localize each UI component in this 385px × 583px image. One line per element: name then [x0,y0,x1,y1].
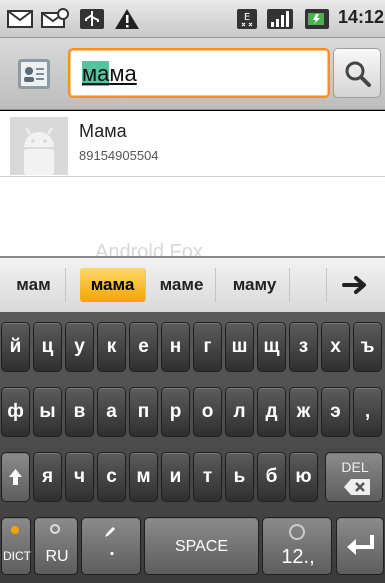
signal-icon [267,9,293,29]
shift-arrow-icon [9,469,22,485]
key[interactable]: и [161,452,190,502]
key[interactable]: т [193,452,222,502]
warning-icon [115,9,139,29]
key[interactable]: м [129,452,158,502]
results-list: Мама 89154905504 Androld Fox [0,111,385,263]
search-input[interactable]: мама [68,48,330,98]
key[interactable]: я [33,452,62,502]
key[interactable]: ь [225,452,254,502]
key[interactable]: а [97,387,126,437]
key[interactable]: в [65,387,94,437]
avatar [10,117,68,175]
sms-icon [41,8,69,28]
dict-label: DICT [3,549,31,563]
keyboard: й ц у к е н г ш щ з х ъ ф ы в а п р о л … [0,312,385,583]
language-label: RU [45,548,69,565]
key[interactable]: ф [1,387,30,437]
android-avatar-icon [24,127,54,175]
svg-text:E: E [244,12,250,23]
contacts-icon [18,59,50,89]
status-bar: E 14:12 [0,0,385,38]
search-query-text: мама [82,61,137,87]
suggestion-item[interactable]: маму [220,268,290,302]
list-item[interactable]: Мама 89154905504 [0,111,385,177]
key[interactable]: д [257,387,286,437]
delete-label: DEL [341,459,369,475]
key[interactable]: ш [225,322,254,372]
search-query-highlight: ма [82,61,110,86]
search-button[interactable] [333,48,381,98]
suggestion-item[interactable]: мам [2,268,66,302]
suggestion-spacer [293,268,327,302]
language-globe-icon [50,524,60,534]
period-key[interactable]: . [81,517,141,575]
key[interactable]: щ [257,322,286,372]
key[interactable]: х [321,322,350,372]
search-query-rest: ма [109,61,137,86]
key[interactable]: н [161,322,190,372]
key[interactable]: ж [289,387,318,437]
search-icon [345,61,371,87]
numbers-label: 12., [281,546,315,568]
key[interactable]: о [193,387,222,437]
numbers-key[interactable]: 12., [262,517,332,575]
key[interactable]: ч [65,452,94,502]
key[interactable]: л [225,387,254,437]
backspace-icon [344,479,370,495]
key[interactable]: й [1,322,30,372]
key[interactable]: б [257,452,286,502]
dict-indicator [11,526,19,534]
usb-icon [80,9,104,29]
key[interactable]: г [193,322,222,372]
key[interactable]: к [97,322,126,372]
arrow-right-icon[interactable] [340,272,372,298]
delete-key[interactable]: DEL [325,452,383,502]
pencil-icon [105,527,115,537]
clock-time: 14:12 [338,7,385,27]
space-key[interactable]: SPACE [144,517,259,575]
key[interactable]: ы [33,387,62,437]
sim-icon: E [237,9,257,29]
key[interactable]: э [321,387,350,437]
dict-key[interactable]: DICT [1,517,31,575]
enter-arrow-icon [347,535,374,555]
language-key[interactable]: RU [34,517,78,575]
key[interactable]: р [161,387,190,437]
key[interactable]: п [129,387,158,437]
key[interactable]: е [129,322,158,372]
suggestion-item-selected[interactable]: мама [80,268,146,302]
key[interactable]: у [65,322,94,372]
battery-icon [305,9,329,29]
key[interactable]: ц [33,322,62,372]
gmail-icon [7,10,33,28]
enter-key[interactable] [336,517,384,575]
contact-number: 89154905504 [79,148,159,163]
key[interactable]: , [353,387,382,437]
search-bar: мама [0,38,385,110]
suggestion-item[interactable]: маме [148,268,216,302]
period-label: . [109,539,115,560]
key[interactable]: з [289,322,318,372]
shift-key[interactable] [1,452,30,502]
key[interactable]: ъ [353,322,382,372]
emoji-icon [289,524,305,540]
key[interactable]: с [97,452,126,502]
key[interactable]: ю [289,452,318,502]
suggestion-strip: мам мама маме маму [0,256,385,312]
contact-name: Мама [79,121,127,141]
